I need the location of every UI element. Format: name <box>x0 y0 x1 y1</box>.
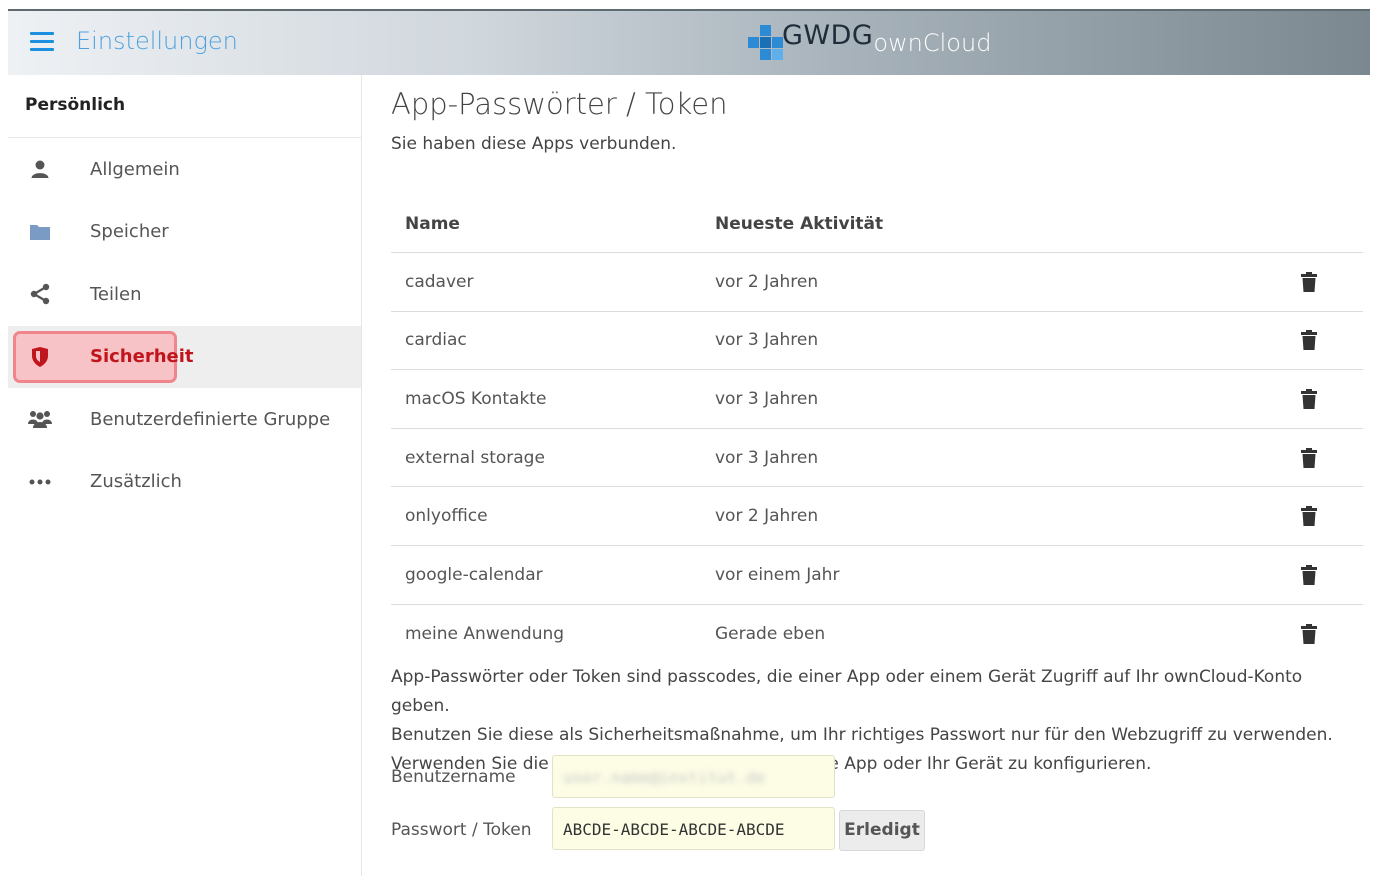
column-header-activity: Neueste Aktivität <box>715 213 884 234</box>
shield-icon <box>28 345 52 369</box>
sidebar-item-label: Benutzerdefinierte Gruppe <box>90 408 331 430</box>
info-line: Verwenden Sie die folgenden Zugangsdaten… <box>391 754 1152 774</box>
top-bar: Einstellungen GWDG ownCloud <box>8 9 1370 75</box>
username-label: Benutzername <box>391 767 516 787</box>
app-password-info: App-Passwörter oder Token sind passcodes… <box>391 663 1366 779</box>
trash-icon[interactable] <box>1301 388 1317 409</box>
settings-sidebar: Persönlich Allgemein Speicher Teilen Sic… <box>8 75 362 876</box>
info-line: Benutzen Sie diese als Sicherheitsmaßnah… <box>391 725 1333 745</box>
last-activity: vor 3 Jahren <box>715 330 819 351</box>
trash-icon[interactable] <box>1301 271 1317 292</box>
last-activity: vor einem Jahr <box>715 564 840 585</box>
trash-icon[interactable] <box>1301 330 1317 351</box>
sidebar-item-label: Sicherheit <box>90 346 194 368</box>
trash-icon[interactable] <box>1301 506 1317 527</box>
info-line: App-Passwörter oder Token sind passcodes… <box>391 667 1303 716</box>
last-activity: vor 3 Jahren <box>715 447 819 468</box>
logo-gwdg-text: GWDG <box>782 20 874 51</box>
app-name: macOS Kontakte <box>405 388 547 409</box>
done-button[interactable]: Erledigt <box>839 810 925 851</box>
token-value: ABCDE-ABCDE-ABCDE-ABCDE <box>563 820 785 839</box>
table-row: cardiac vor 3 Jahren <box>391 312 1363 371</box>
trash-icon[interactable] <box>1301 623 1317 644</box>
app-name: external storage <box>405 447 545 468</box>
sidebar-item-benutzerdefinierte-gruppe[interactable]: Benutzerdefinierte Gruppe <box>8 388 361 451</box>
sidebar-item-label: Teilen <box>90 283 142 305</box>
logo-mark-icon <box>746 25 783 65</box>
table-row: google-calendar vor einem Jahr <box>391 546 1363 605</box>
app-passwords-table: Name Neueste Aktivität cadaver vor 2 Jah… <box>391 195 1363 663</box>
sidebar-item-teilen[interactable]: Teilen <box>8 263 361 326</box>
username-value: user.name@institut.de <box>563 768 766 787</box>
last-activity: vor 3 Jahren <box>715 388 819 409</box>
trash-icon[interactable] <box>1301 564 1317 585</box>
table-row: cadaver vor 2 Jahren <box>391 253 1363 312</box>
sidebar-item-sicherheit[interactable]: Sicherheit <box>8 325 361 388</box>
app-name: cadaver <box>405 271 474 292</box>
app-name: cardiac <box>405 330 467 351</box>
trash-icon[interactable] <box>1301 447 1317 468</box>
sidebar-item-zusaetzlich[interactable]: Zusätzlich <box>8 451 361 514</box>
last-activity: vor 2 Jahren <box>715 271 819 292</box>
gwdg-owncloud-logo[interactable]: GWDG ownCloud <box>746 20 992 65</box>
sidebar-item-label: Speicher <box>90 221 169 243</box>
sidebar-heading: Persönlich <box>8 75 361 138</box>
last-activity: Gerade eben <box>715 623 826 644</box>
hamburger-menu-icon[interactable] <box>30 32 54 52</box>
app-name: google-calendar <box>405 564 543 585</box>
group-icon <box>28 407 52 431</box>
column-header-name: Name <box>405 213 460 234</box>
username-field[interactable]: user.name@institut.de <box>552 755 835 798</box>
last-activity: vor 2 Jahren <box>715 506 819 527</box>
table-row: macOS Kontakte vor 3 Jahren <box>391 370 1363 429</box>
token-field[interactable]: ABCDE-ABCDE-ABCDE-ABCDE <box>552 807 835 850</box>
user-icon <box>28 157 52 181</box>
table-row: meine Anwendung Gerade eben <box>391 605 1363 664</box>
table-row: external storage vor 3 Jahren <box>391 429 1363 488</box>
sidebar-item-speicher[interactable]: Speicher <box>8 201 361 264</box>
table-header: Name Neueste Aktivität <box>391 195 1363 253</box>
token-label: Passwort / Token <box>391 820 532 840</box>
app-title: Einstellungen <box>76 27 238 55</box>
sidebar-item-allgemein[interactable]: Allgemein <box>8 138 361 201</box>
app-name: onlyoffice <box>405 506 488 527</box>
page-title: App-Passwörter / Token <box>391 87 728 121</box>
sidebar-item-label: Allgemein <box>90 158 180 180</box>
share-icon <box>28 282 52 306</box>
logo-owncloud-text: ownCloud <box>873 29 992 57</box>
folder-icon <box>28 220 52 244</box>
app-name: meine Anwendung <box>405 623 565 644</box>
sidebar-item-label: Zusätzlich <box>90 471 182 493</box>
more-icon <box>28 470 52 494</box>
section-subtitle: Sie haben diese Apps verbunden. <box>391 134 677 154</box>
table-row: onlyoffice vor 2 Jahren <box>391 487 1363 546</box>
